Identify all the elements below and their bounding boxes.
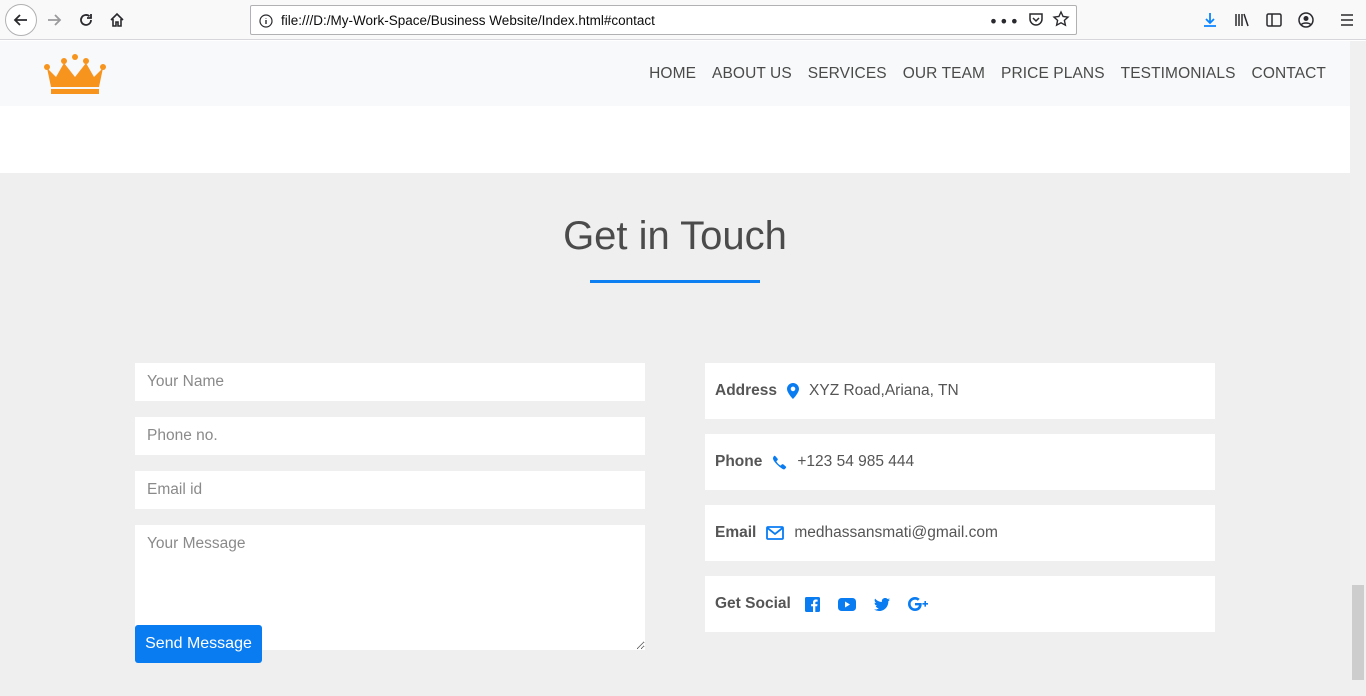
- address-value: XYZ Road,Ariana, TN: [809, 382, 959, 399]
- nav-contact[interactable]: CONTACT: [1252, 65, 1326, 83]
- arrow-right-icon: [48, 14, 62, 26]
- nav-our-team[interactable]: OUR TEAM: [903, 65, 985, 83]
- previous-section-bottom: [0, 106, 1350, 173]
- nav-price-plans[interactable]: PRICE PLANS: [1001, 65, 1105, 83]
- address-card: Address XYZ Road,Ariana, TN: [705, 363, 1215, 419]
- send-message-button[interactable]: Send Message: [135, 625, 262, 663]
- home-icon: [110, 12, 124, 27]
- browser-toolbar: file:///D:/My-Work-Space/Business Websit…: [0, 0, 1366, 40]
- forward-button[interactable]: [40, 6, 68, 34]
- info-icon[interactable]: [259, 13, 273, 32]
- email-input[interactable]: [135, 471, 645, 509]
- address-label: Address: [715, 382, 778, 399]
- map-marker-icon: [787, 383, 800, 399]
- phone-icon: [772, 455, 787, 470]
- facebook-icon[interactable]: [804, 596, 820, 612]
- library-icon[interactable]: [1230, 8, 1254, 32]
- main-menu: HOME ABOUT US SERVICES OUR TEAM PRICE PL…: [633, 65, 1326, 83]
- nav-home[interactable]: HOME: [649, 65, 696, 83]
- crown-logo-icon[interactable]: [44, 53, 106, 99]
- phone-input[interactable]: [135, 417, 645, 455]
- section-title: Get in Touch: [563, 214, 787, 258]
- reload-button[interactable]: [72, 6, 100, 34]
- social-links: [804, 596, 948, 612]
- scrollbar-thumb[interactable]: [1352, 585, 1364, 680]
- download-icon[interactable]: [1198, 8, 1222, 32]
- email-label: Email: [715, 524, 757, 541]
- arrow-left-icon: [13, 14, 27, 26]
- pocket-icon[interactable]: [1028, 11, 1044, 31]
- social-card: Get Social: [705, 576, 1215, 632]
- twitter-icon[interactable]: [873, 597, 890, 611]
- back-button[interactable]: [5, 4, 37, 36]
- nav-services[interactable]: SERVICES: [808, 65, 887, 83]
- contact-section: Get in Touch Send Message Address XYZ Ro…: [0, 173, 1350, 696]
- title-underline: [590, 280, 760, 283]
- page-actions-icon[interactable]: •••: [989, 12, 1020, 31]
- google-plus-icon[interactable]: [907, 597, 930, 611]
- page-viewport: HOME ABOUT US SERVICES OUR TEAM PRICE PL…: [0, 41, 1350, 696]
- phone-value: +123 54 985 444: [797, 453, 915, 470]
- site-navbar: HOME ABOUT US SERVICES OUR TEAM PRICE PL…: [0, 41, 1350, 106]
- bookmark-star-icon[interactable]: [1052, 10, 1070, 32]
- sidebar-icon[interactable]: [1262, 8, 1286, 32]
- phone-card: Phone +123 54 985 444: [705, 434, 1215, 490]
- email-value[interactable]: medhassansmati@gmail.com: [794, 524, 998, 542]
- youtube-icon[interactable]: [837, 597, 856, 611]
- email-card: Email medhassansmati@gmail.com: [705, 505, 1215, 561]
- phone-label: Phone: [715, 453, 763, 470]
- menu-icon[interactable]: [1335, 8, 1359, 32]
- reload-icon: [80, 14, 92, 26]
- url-bar[interactable]: file:///D:/My-Work-Space/Business Websit…: [250, 5, 1077, 35]
- nav-testimonials[interactable]: TESTIMONIALS: [1121, 65, 1236, 83]
- account-icon[interactable]: [1294, 8, 1318, 32]
- url-text[interactable]: file:///D:/My-Work-Space/Business Websit…: [281, 13, 655, 28]
- social-label: Get Social: [715, 595, 791, 612]
- nav-about-us[interactable]: ABOUT US: [712, 65, 792, 83]
- home-button[interactable]: [103, 6, 131, 34]
- name-input[interactable]: [135, 363, 645, 401]
- envelope-icon: [766, 526, 785, 540]
